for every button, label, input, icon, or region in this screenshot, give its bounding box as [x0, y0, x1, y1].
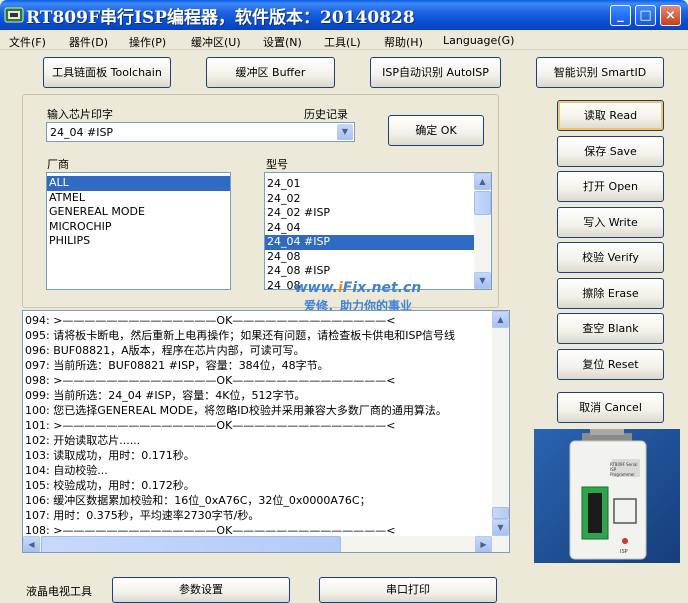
menu-language[interactable]: Language(G)	[443, 34, 514, 47]
scroll-left-icon[interactable]: ◀	[23, 536, 40, 552]
menu-settings[interactable]: 设置(N)	[263, 34, 302, 50]
write-button[interactable]: 写入 Write	[557, 207, 664, 238]
log-line: 105: 校验成功，用时：0.172秒。	[25, 479, 195, 492]
model-item[interactable]: 24_08	[265, 250, 474, 265]
scroll-thumb[interactable]	[474, 191, 491, 215]
model-item[interactable]: 24_01	[265, 177, 474, 192]
auto-isp-button[interactable]: ISP自动识别 AutoISP	[370, 57, 501, 88]
log-line: 095: 请将板卡断电，然后重新上电再操作；如果还有问题，请检查板卡供电和ISP…	[25, 329, 456, 342]
programmer-device-icon	[534, 429, 680, 563]
erase-button[interactable]: 擦除 Erase	[557, 278, 664, 309]
log-line: 100: 您已选择GENEREAL MODE，将忽略ID校验并采用兼容大多数厂商…	[25, 404, 447, 417]
model-list[interactable]: 24_01 24_02 24_02 #ISP 24_04 24_04 #ISP …	[264, 172, 492, 290]
chip-input-value: 24_04 #ISP	[50, 126, 114, 139]
watermark-domain: Fix.net.cn	[342, 280, 422, 296]
log-line: 104: 自动校验...	[25, 464, 108, 477]
model-item[interactable]: 24_04	[265, 221, 474, 236]
title-bar: RT809F串行ISP编程器，软件版本：20140828 _ □ ×	[0, 0, 688, 30]
history-label: 历史记录	[304, 108, 348, 121]
lcd-tools-label: 液晶电视工具	[26, 585, 92, 598]
scroll-down-icon[interactable]: ▼	[492, 519, 509, 536]
log-line: 097: 当前所选：BUF08821 #ISP，容量：384位，48字节。	[25, 359, 329, 372]
menu-file[interactable]: 文件(F)	[9, 34, 46, 50]
menu-device[interactable]: 器件(D)	[69, 34, 108, 50]
log-line: 096: BUF08821，A版本，程序在芯片内部，可读可写。	[25, 344, 305, 357]
log-line: 107: 用时：0.375秒，平均速率2730字节/秒。	[25, 509, 260, 522]
log-line: 098: >——————————————OK——————————————<	[25, 374, 396, 387]
log-line: 106: 缓冲区数据累加校验和：16位_0xA76C，32位_0x0000A76…	[25, 494, 371, 507]
cancel-button[interactable]: 取消 Cancel	[557, 392, 664, 423]
model-label: 型号	[266, 158, 288, 171]
watermark: www.iFix.net.cn 爱修．助力你的事业	[263, 280, 453, 314]
buffer-button[interactable]: 缓冲区 Buffer	[206, 57, 335, 88]
log-output[interactable]: 094: >——————————————OK——————————————< 09…	[22, 310, 510, 553]
vendor-label: 厂商	[47, 158, 69, 171]
menu-help[interactable]: 帮助(H)	[384, 34, 423, 50]
device-port-label: ISP	[620, 549, 628, 555]
window-title: RT809F串行ISP编程器，软件版本：20140828	[26, 8, 415, 28]
menu-bar: 文件(F) 器件(D) 操作(P) 缓冲区(U) 设置(N) 工具(L) 帮助(…	[0, 30, 688, 50]
menu-tools[interactable]: 工具(L)	[324, 34, 361, 50]
verify-button[interactable]: 校验 Verify	[557, 242, 664, 273]
log-vertical-scrollbar[interactable]: ▲ ▼	[492, 311, 509, 536]
scroll-up-icon[interactable]: ▲	[492, 311, 509, 328]
model-item[interactable]: 24_08 #ISP	[265, 264, 474, 279]
vendor-item[interactable]: ATMEL	[47, 191, 230, 206]
blank-button[interactable]: 查空 Blank	[557, 313, 664, 344]
serial-print-button[interactable]: 串口打印	[319, 577, 497, 603]
menu-operation[interactable]: 操作(P)	[129, 34, 166, 50]
scroll-thumb[interactable]	[492, 507, 509, 519]
device-name-label: RT809F Serial ISP Programmer	[610, 462, 638, 477]
log-line: 102: 开始读取芯片......	[25, 434, 141, 447]
model-item[interactable]: 24_04 #ISP	[265, 235, 474, 250]
menu-buffer[interactable]: 缓冲区(U)	[191, 34, 241, 50]
minimize-button[interactable]: _	[610, 5, 631, 26]
reset-button[interactable]: 复位 Reset	[557, 349, 664, 380]
vendor-item[interactable]: PHILIPS	[47, 234, 230, 249]
model-list-scrollbar[interactable]: ▲ ▼	[474, 173, 491, 289]
app-icon	[4, 7, 24, 23]
scroll-up-icon[interactable]: ▲	[474, 173, 491, 190]
model-item[interactable]: 24_02 #ISP	[265, 206, 474, 221]
confirm-ok-button[interactable]: 确定 OK	[388, 115, 484, 146]
vendor-list[interactable]: ALL ATMEL GENEREAL MODE MICROCHIP PHILIP…	[46, 172, 231, 290]
log-line: 099: 当前所选：24_04 #ISP，容量：4K位，512字节。	[25, 389, 306, 402]
params-button[interactable]: 参数设置	[112, 577, 290, 603]
chip-input-combo[interactable]: 24_04 #ISP ▼	[46, 122, 355, 142]
log-line: 101: >——————————————OK——————————————<	[25, 419, 396, 432]
chevron-down-icon[interactable]: ▼	[337, 124, 353, 140]
vendor-item[interactable]: GENEREAL MODE	[47, 205, 230, 220]
scroll-thumb[interactable]	[41, 536, 341, 552]
save-button[interactable]: 保存 Save	[557, 136, 664, 167]
smart-id-button[interactable]: 智能识别 SmartID	[536, 57, 664, 88]
watermark-www: www.	[294, 280, 338, 296]
maximize-button[interactable]: □	[635, 5, 656, 26]
log-line: 094: >——————————————OK——————————————<	[25, 314, 396, 327]
open-button[interactable]: 打开 Open	[557, 171, 664, 202]
programmer-device-image: RT809F Serial ISP Programmer ISP	[534, 429, 680, 563]
close-button[interactable]: ×	[660, 5, 681, 26]
read-button[interactable]: 读取 Read	[557, 100, 664, 131]
scroll-down-icon[interactable]: ▼	[474, 272, 491, 289]
scroll-right-icon[interactable]: ▶	[475, 536, 492, 552]
chip-input-label: 输入芯片印字	[47, 108, 113, 121]
log-line: 103: 读取成功，用时：0.171秒。	[25, 449, 195, 462]
model-item[interactable]: 24_02	[265, 192, 474, 207]
toolchain-button[interactable]: 工具链面板 Toolchain	[43, 57, 171, 88]
log-horizontal-scrollbar[interactable]: ◀ ▶	[23, 536, 509, 552]
vendor-item[interactable]: MICROCHIP	[47, 220, 230, 235]
vendor-item[interactable]: ALL	[47, 176, 230, 191]
